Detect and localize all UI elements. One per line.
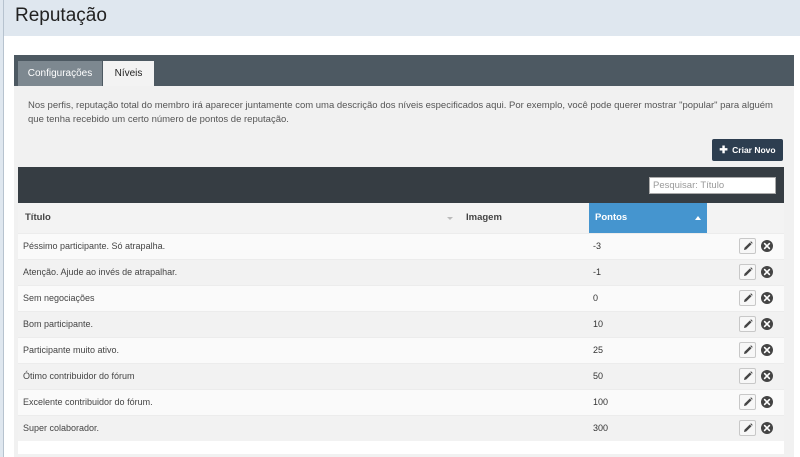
row-points: 300	[593, 423, 609, 433]
row-title: Participante muito ativo.	[23, 345, 120, 355]
content-area: Configurações Níveis Nos perfis, reputaç…	[3, 36, 800, 457]
column-header-titulo[interactable]: Título	[18, 203, 462, 233]
delete-button[interactable]	[760, 395, 774, 409]
table-row: Excelente contribuidor do fórum. 100	[18, 389, 784, 415]
row-points: 100	[593, 397, 609, 407]
row-points: -1	[593, 267, 602, 277]
delete-button[interactable]	[760, 317, 774, 331]
table-row: Super colaborador. 300	[18, 415, 784, 441]
plus-icon: ✚	[719, 145, 728, 156]
column-header-pontos-label: Pontos	[595, 212, 628, 223]
column-header-actions	[707, 203, 784, 233]
tabs-bar: Configurações Níveis	[14, 55, 794, 86]
edit-button[interactable]	[739, 290, 756, 306]
edit-button[interactable]	[739, 368, 756, 384]
row-points: -3	[593, 241, 602, 251]
row-title: Bom participante.	[23, 319, 94, 329]
edit-button[interactable]	[739, 264, 756, 280]
row-points: 0	[593, 293, 599, 303]
row-points: 25	[593, 345, 604, 355]
search-input[interactable]	[649, 177, 776, 194]
edit-button[interactable]	[739, 420, 756, 436]
table-row: Bom participante. 10	[18, 311, 784, 337]
create-new-button[interactable]: ✚ Criar Novo	[712, 139, 783, 161]
table-row: Atenção. Ajude ao invés de atrapalhar. -1	[18, 259, 784, 285]
delete-button[interactable]	[760, 265, 774, 279]
row-title: Ótimo contribuidor do fórum	[23, 371, 135, 381]
row-points: 50	[593, 371, 604, 381]
tab-niveis[interactable]: Níveis	[103, 61, 154, 86]
levels-panel: Nos perfis, reputação total do membro ir…	[14, 86, 794, 457]
delete-button[interactable]	[760, 369, 774, 383]
column-header-titulo-label: Título	[25, 212, 51, 223]
table-header: Título Imagem Pontos	[18, 203, 784, 233]
description-text: Nos perfis, reputação total do membro ir…	[28, 100, 773, 125]
edit-button[interactable]	[739, 238, 756, 254]
table-row: Participante muito ativo. 25	[18, 337, 784, 363]
create-new-label: Criar Novo	[732, 145, 776, 155]
sort-neutral-icon	[447, 217, 453, 220]
row-title: Super colaborador.	[23, 423, 100, 433]
levels-table: Título Imagem Pontos Péssimo participant…	[18, 167, 784, 454]
delete-button[interactable]	[760, 291, 774, 305]
row-title: Atenção. Ajude ao invés de atrapalhar.	[23, 267, 178, 277]
sort-ascending-icon	[695, 216, 701, 220]
table-row: Péssimo participante. Só atrapalha. -3	[18, 233, 784, 259]
page-header: Reputação	[3, 0, 800, 36]
column-header-imagem-label: Imagem	[466, 212, 502, 223]
row-title: Péssimo participante. Só atrapalha.	[23, 241, 166, 251]
row-title: Sem negociações	[23, 293, 95, 303]
edit-button[interactable]	[739, 342, 756, 358]
tab-configuracoes[interactable]: Configurações	[18, 61, 102, 86]
page-title: Reputação	[15, 5, 107, 26]
edit-button[interactable]	[739, 394, 756, 410]
delete-button[interactable]	[760, 343, 774, 357]
table-row: Ótimo contribuidor do fórum 50	[18, 363, 784, 389]
column-header-pontos[interactable]: Pontos	[589, 203, 707, 233]
delete-button[interactable]	[760, 421, 774, 435]
delete-button[interactable]	[760, 239, 774, 253]
column-header-imagem: Imagem	[462, 203, 589, 233]
table-toolbar	[18, 167, 784, 203]
row-title: Excelente contribuidor do fórum.	[23, 397, 153, 407]
table-row: Sem negociações 0	[18, 285, 784, 311]
edit-button[interactable]	[739, 316, 756, 332]
row-points: 10	[593, 319, 604, 329]
